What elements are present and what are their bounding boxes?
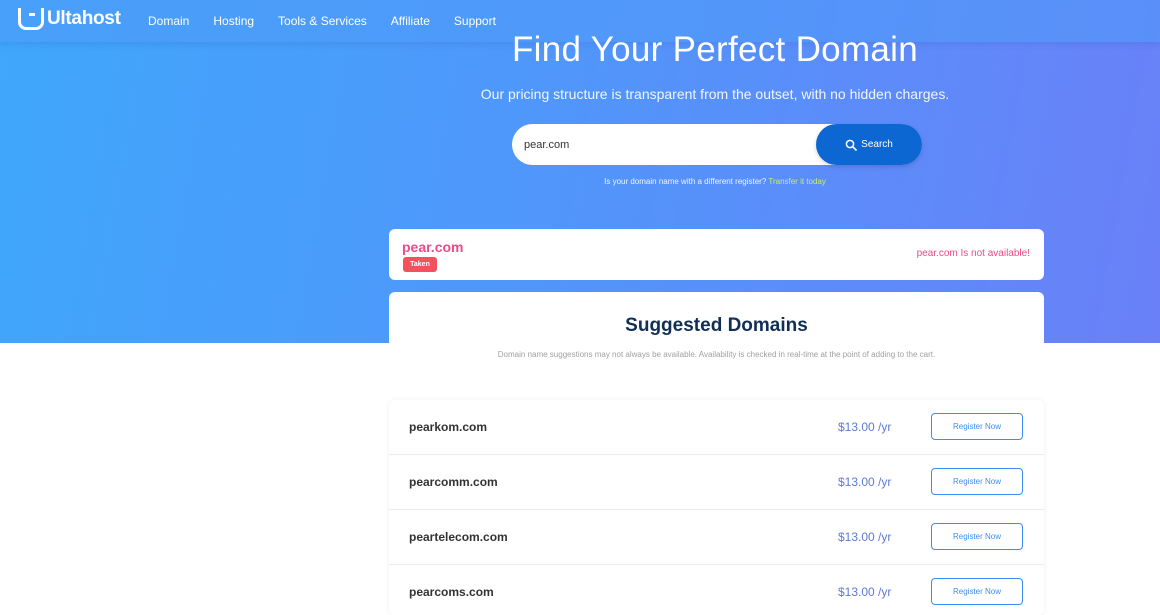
suggested-domain-name: pearkom.com (409, 420, 488, 434)
logo-text: Ultahost (47, 8, 121, 29)
list-item: pearcomm.com $13.00 /yr Register Now (389, 455, 1044, 510)
domain-search-box: Search (512, 124, 922, 165)
search-button[interactable]: Search (816, 124, 922, 165)
list-item: pearkom.com $13.00 /yr Register Now (389, 400, 1044, 455)
domain-price: $13.00 /yr (838, 530, 892, 544)
suggested-domain-name: pearcoms.com (409, 585, 494, 599)
search-button-label: Search (861, 139, 893, 150)
suggested-domains-title: Suggested Domains (625, 315, 808, 336)
register-now-button[interactable]: Register Now (931, 523, 1023, 550)
domain-search-input[interactable] (524, 124, 814, 165)
register-now-button[interactable]: Register Now (931, 468, 1023, 495)
status-badge: Taken (403, 257, 437, 272)
nav-support[interactable]: Support (454, 14, 496, 28)
suggestions-disclaimer: Domain name suggestions may not always b… (497, 350, 936, 359)
search-result-card: pear.com Taken pear.com Is not available… (389, 229, 1044, 280)
suggested-domains-list: pearkom.com $13.00 /yr Register Now pear… (389, 400, 1044, 615)
nav-tools-services[interactable]: Tools & Services (278, 14, 367, 28)
list-item: pearcoms.com $13.00 /yr Register Now (389, 565, 1044, 615)
domain-price: $13.00 /yr (838, 420, 892, 434)
nav-domain[interactable]: Domain (148, 14, 189, 28)
register-now-button[interactable]: Register Now (931, 578, 1023, 605)
search-icon (845, 139, 857, 151)
suggested-domain-name: peartelecom.com (409, 530, 508, 544)
transfer-link[interactable]: Transfer it today (768, 177, 826, 186)
domain-price: $13.00 /yr (838, 585, 892, 599)
transfer-text: Is your domain name with a different reg… (604, 177, 767, 186)
suggested-domains-header: Suggested Domains Domain name suggestion… (389, 292, 1044, 370)
logo-icon (18, 8, 44, 30)
domain-price: $13.00 /yr (838, 475, 892, 489)
logo[interactable]: Ultahost (18, 8, 121, 30)
availability-message: pear.com Is not available! (916, 248, 1030, 259)
register-now-button[interactable]: Register Now (931, 413, 1023, 440)
nav-hosting[interactable]: Hosting (213, 14, 254, 28)
page-title: Find Your Perfect Domain (511, 30, 919, 69)
page-subtitle: Our pricing structure is transparent fro… (480, 86, 950, 102)
list-item: peartelecom.com $13.00 /yr Register Now (389, 510, 1044, 565)
nav-affiliate[interactable]: Affiliate (391, 14, 430, 28)
result-domain: pear.com (402, 239, 464, 255)
suggested-domain-name: pearcomm.com (409, 475, 498, 489)
transfer-note: Is your domain name with a different reg… (0, 177, 1160, 186)
